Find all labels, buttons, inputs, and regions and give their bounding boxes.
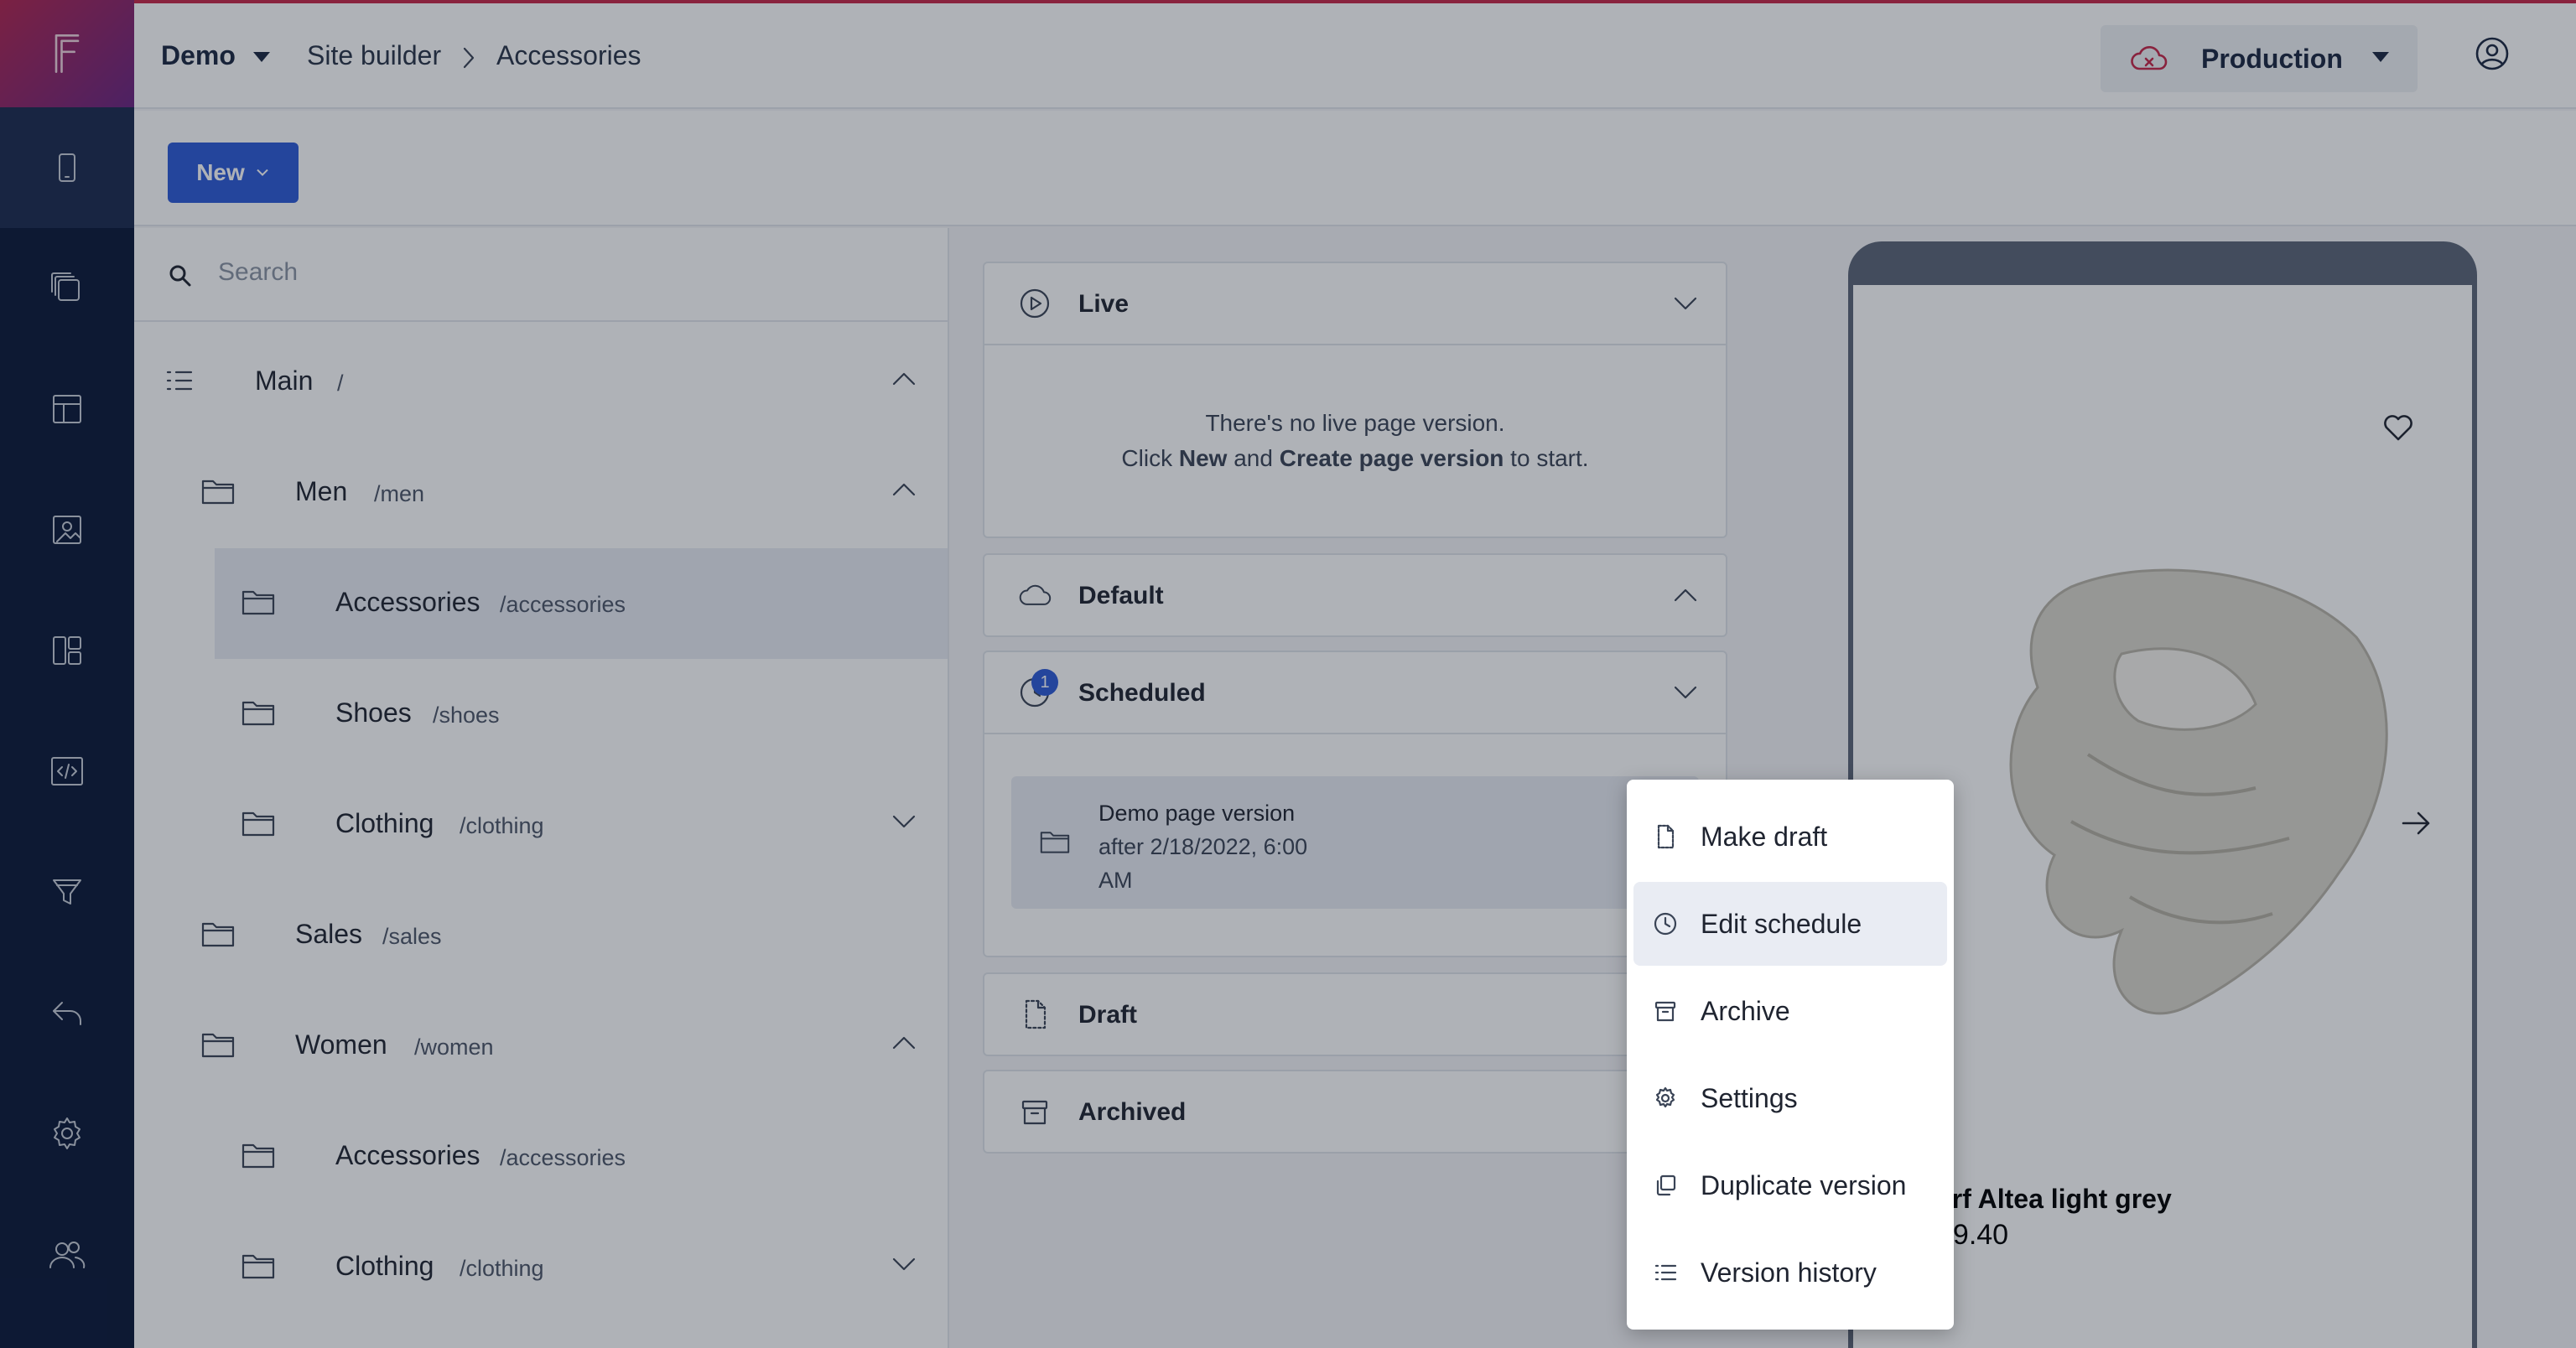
modal-overlay[interactable] — [0, 0, 2576, 1348]
archive-icon — [1654, 1001, 1676, 1022]
menu-item-label: Archive — [1701, 996, 1790, 1026]
gear-icon — [1655, 1086, 1675, 1108]
menu-item-label: Duplicate version — [1701, 1170, 1907, 1200]
menu-item-version-history[interactable]: Version history — [1633, 1231, 1947, 1314]
menu-item-label: Settings — [1701, 1083, 1798, 1113]
menu-item-label: Edit schedule — [1701, 909, 1862, 939]
draft-icon — [1657, 824, 1675, 849]
menu-item-make-draft[interactable]: Make draft — [1633, 795, 1947, 879]
clock-icon — [1654, 912, 1677, 936]
duplicate-icon — [1656, 1174, 1676, 1196]
menu-item-label: Version history — [1701, 1257, 1877, 1288]
menu-item-label: Make draft — [1701, 822, 1828, 852]
menu-item-archive[interactable]: Archive — [1633, 969, 1947, 1053]
menu-item-duplicate-version[interactable]: Duplicate version — [1633, 1143, 1947, 1227]
menu-item-edit-schedule[interactable]: Edit schedule — [1633, 882, 1947, 966]
menu-item-settings[interactable]: Settings — [1633, 1056, 1947, 1140]
version-context-menu: Make draft Edit schedule Archive Setting… — [1627, 780, 1954, 1330]
list-icon — [1654, 1264, 1677, 1281]
